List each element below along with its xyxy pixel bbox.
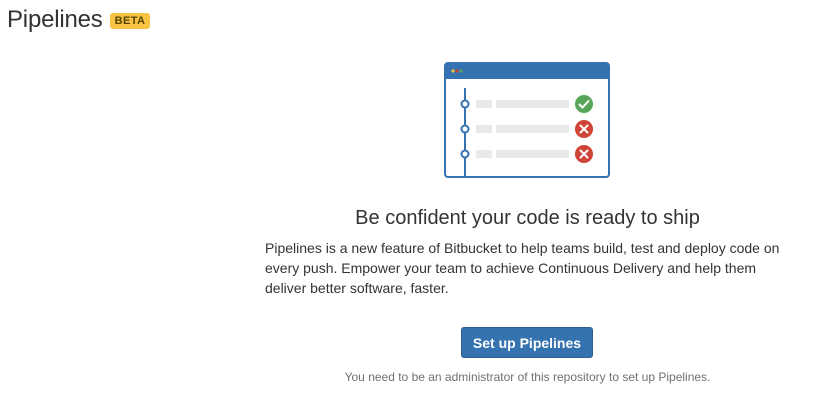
window-dot-icon <box>459 69 463 73</box>
placeholder-bar <box>476 100 492 108</box>
page-title: Pipelines <box>7 6 103 33</box>
timeline-node-icon <box>460 124 470 134</box>
timeline-node-icon <box>460 99 470 109</box>
placeholder-bar <box>476 150 492 158</box>
check-icon <box>575 95 593 113</box>
window-dot-icon <box>451 69 455 73</box>
headline: Be confident your code is ready to ship <box>355 207 700 229</box>
placeholder-bar <box>496 125 569 133</box>
window-dot-icon <box>455 69 459 73</box>
beta-badge: BETA <box>109 13 151 29</box>
pipelines-illustration <box>444 62 610 178</box>
setup-pipelines-button[interactable]: Set up Pipelines <box>461 327 593 358</box>
page-header: Pipelines BETA <box>7 6 151 34</box>
placeholder-bar <box>496 100 569 108</box>
browser-title-bar <box>445 63 609 79</box>
timeline-node-icon <box>460 149 470 159</box>
placeholder-bar <box>476 125 492 133</box>
feature-description: Pipelines is a new feature of Bitbucket … <box>265 240 780 296</box>
pipelines-page: Pipelines BETA Be confident your code is… <box>0 0 825 411</box>
admin-permission-note: You need to be an administrator of this … <box>344 370 711 384</box>
placeholder-bar <box>496 150 569 158</box>
